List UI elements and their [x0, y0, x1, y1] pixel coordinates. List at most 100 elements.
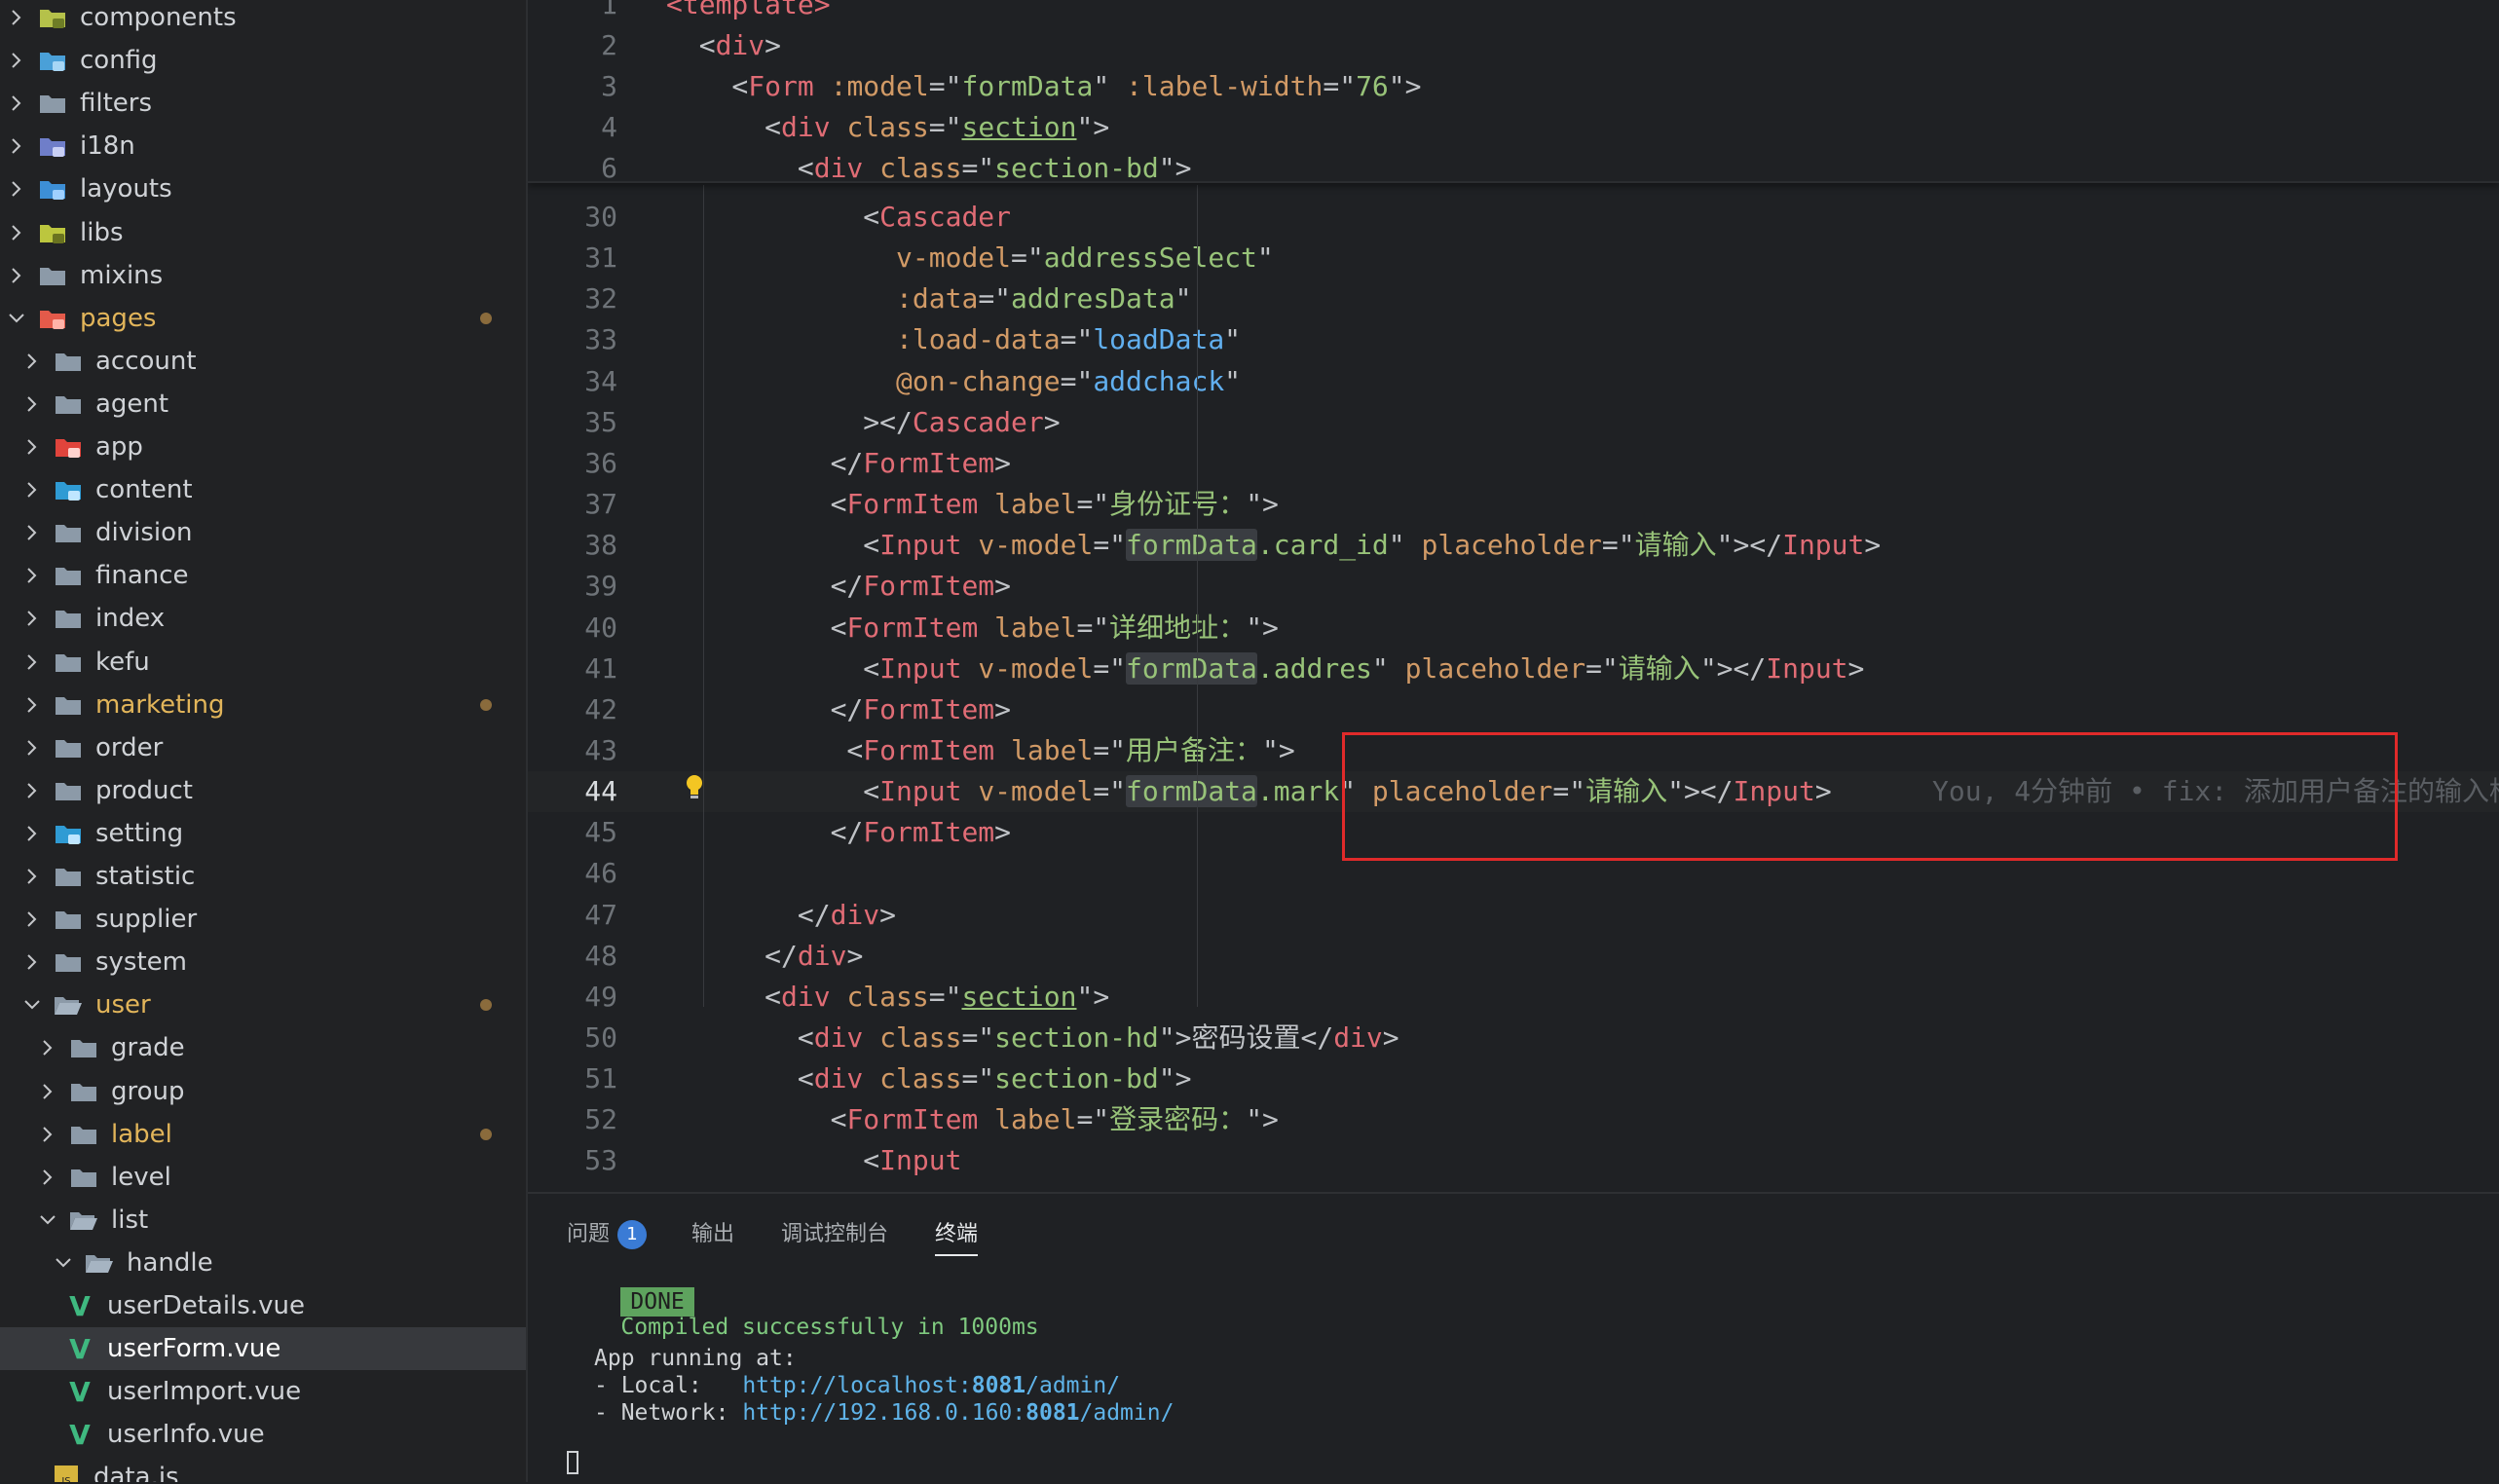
code-line[interactable]: 3 <Form :model="formData" :label-width="… — [528, 66, 2499, 107]
chevron-right-icon[interactable] — [37, 1156, 58, 1199]
chevron-down-icon[interactable] — [6, 297, 27, 340]
chevron-down-icon[interactable] — [21, 983, 43, 1026]
folder-item[interactable]: system — [0, 941, 526, 983]
code-line[interactable]: 30 <Cascader — [528, 197, 2499, 238]
code-line[interactable]: 1 <template> — [528, 0, 2499, 25]
chevron-right-icon[interactable] — [21, 340, 43, 383]
file-item[interactable]: VuserForm.vue — [0, 1327, 526, 1371]
code-editor[interactable]: 30 <Cascader 31 v-model="addressSelect" 32… — [528, 0, 2499, 1192]
folder-item[interactable]: grade — [0, 1026, 526, 1069]
folder-item[interactable]: level — [0, 1156, 526, 1199]
folder-item[interactable]: marketing — [0, 684, 526, 726]
folder-item[interactable]: setting — [0, 812, 526, 855]
code-line[interactable]: 50 <div class="section-hd">密码设置</div> — [528, 1018, 2499, 1058]
chevron-down-icon[interactable] — [53, 1242, 74, 1284]
chevron-right-icon[interactable] — [6, 211, 27, 254]
folder-item[interactable]: group — [0, 1070, 526, 1113]
chevron-right-icon[interactable] — [21, 941, 43, 983]
chevron-right-icon[interactable] — [21, 684, 43, 726]
chevron-right-icon[interactable] — [6, 82, 27, 125]
code-line[interactable]: 52 <FormItem label="登录密码："> — [528, 1099, 2499, 1140]
code-line[interactable]: 41 <Input v-model="formData.addres" plac… — [528, 649, 2499, 689]
folder-item[interactable]: agent — [0, 383, 526, 426]
file-item[interactable]: VuserDetails.vue — [0, 1284, 526, 1327]
chevron-right-icon[interactable] — [37, 1070, 58, 1113]
chevron-right-icon[interactable] — [6, 167, 27, 210]
folder-item[interactable]: config — [0, 39, 526, 82]
folder-item[interactable]: filters — [0, 82, 526, 125]
chevron-right-icon[interactable] — [21, 726, 43, 769]
chevron-right-icon[interactable] — [6, 125, 27, 167]
code-line[interactable]: 33 :load-data="loadData" — [528, 319, 2499, 360]
chevron-right-icon[interactable] — [21, 511, 43, 554]
tab-debug-console[interactable]: 调试控制台 — [781, 1215, 888, 1254]
folder-item[interactable]: pages — [0, 297, 526, 340]
folder-item[interactable]: content — [0, 468, 526, 511]
code-line[interactable]: 4 <div class="section"> — [528, 107, 2499, 148]
chevron-right-icon[interactable] — [21, 468, 43, 511]
folder-item[interactable]: order — [0, 726, 526, 769]
code-line[interactable]: 36 </FormItem> — [528, 443, 2499, 484]
folder-item[interactable]: kefu — [0, 641, 526, 684]
chevron-right-icon[interactable] — [6, 39, 27, 82]
folder-item[interactable]: list — [0, 1199, 526, 1242]
chevron-right-icon[interactable] — [21, 855, 43, 898]
folder-item[interactable]: product — [0, 769, 526, 812]
local-url[interactable]: http://localhost:8081/admin/ — [742, 1373, 1120, 1398]
code-line[interactable]: 53 <Input — [528, 1140, 2499, 1181]
chevron-right-icon[interactable] — [21, 769, 43, 812]
folder-item[interactable]: layouts — [0, 167, 526, 210]
chevron-right-icon[interactable] — [21, 426, 43, 468]
lightbulb-icon[interactable] — [684, 773, 705, 800]
file-item[interactable]: VuserImport.vue — [0, 1370, 526, 1413]
file-item[interactable]: VuserInfo.vue — [0, 1413, 526, 1456]
tab-terminal[interactable]: 终端 — [935, 1215, 979, 1256]
folder-item[interactable]: user — [0, 983, 526, 1026]
code-line[interactable]: 34 @on-change="addchack" — [528, 361, 2499, 402]
tab-output[interactable]: 输出 — [691, 1215, 734, 1254]
code-line[interactable]: 6 <div class="section-bd"> — [528, 148, 2499, 189]
code-line[interactable]: 47 </div> — [528, 895, 2499, 936]
folder-item[interactable]: i18n — [0, 125, 526, 167]
code-line[interactable]: 32 :data="addresData" — [528, 278, 2499, 319]
chevron-right-icon[interactable] — [21, 898, 43, 941]
folder-item[interactable]: supplier — [0, 898, 526, 941]
folder-item[interactable]: finance — [0, 554, 526, 597]
chevron-right-icon[interactable] — [21, 641, 43, 684]
chevron-down-icon[interactable] — [37, 1199, 58, 1242]
code-line[interactable]: 40 <FormItem label="详细地址："> — [528, 608, 2499, 649]
code-line[interactable]: 37 <FormItem label="身份证号："> — [528, 484, 2499, 525]
folder-item[interactable]: index — [0, 597, 526, 640]
chevron-right-icon[interactable] — [6, 254, 27, 297]
folder-item[interactable]: division — [0, 511, 526, 554]
terminal-cursor[interactable] — [567, 1451, 578, 1474]
chevron-right-icon[interactable] — [21, 554, 43, 597]
folder-item[interactable]: statistic — [0, 855, 526, 898]
chevron-right-icon[interactable] — [37, 1113, 58, 1156]
code-line[interactable]: 42 </FormItem> — [528, 689, 2499, 730]
tab-problems[interactable]: 问题 1 — [567, 1215, 648, 1254]
code-line[interactable]: 31 v-model="addressSelect" — [528, 238, 2499, 278]
sticky-scroll-header[interactable]: 1 <template> 2 <div> 3 <Form :model="formDa… — [528, 0, 2499, 184]
chevron-right-icon[interactable] — [6, 0, 27, 39]
code-line[interactable]: 48 </div> — [528, 936, 2499, 977]
folder-item[interactable]: components — [0, 0, 526, 39]
folder-item[interactable]: mixins — [0, 254, 526, 297]
code-line[interactable]: 2 <div> — [528, 25, 2499, 66]
chevron-right-icon[interactable] — [37, 1026, 58, 1069]
folder-item[interactable]: label — [0, 1113, 526, 1156]
folder-item[interactable]: account — [0, 340, 526, 383]
code-line[interactable]: 49 <div class="section"> — [528, 977, 2499, 1018]
chevron-right-icon[interactable] — [21, 812, 43, 855]
code-line[interactable]: 35 ></Cascader> — [528, 402, 2499, 443]
code-line[interactable]: 51 <div class="section-bd"> — [528, 1058, 2499, 1099]
code-line[interactable]: 38 <Input v-model="formData.card_id" pla… — [528, 525, 2499, 566]
file-item[interactable]: JS data.js — [0, 1456, 526, 1482]
network-url[interactable]: http://192.168.0.160:8081/admin/ — [742, 1400, 1174, 1426]
code-line[interactable]: 39 </FormItem> — [528, 566, 2499, 607]
folder-item[interactable]: app — [0, 426, 526, 468]
chevron-right-icon[interactable] — [21, 383, 43, 426]
chevron-right-icon[interactable] — [21, 597, 43, 640]
folder-item[interactable]: handle — [0, 1242, 526, 1284]
folder-item[interactable]: libs — [0, 211, 526, 254]
